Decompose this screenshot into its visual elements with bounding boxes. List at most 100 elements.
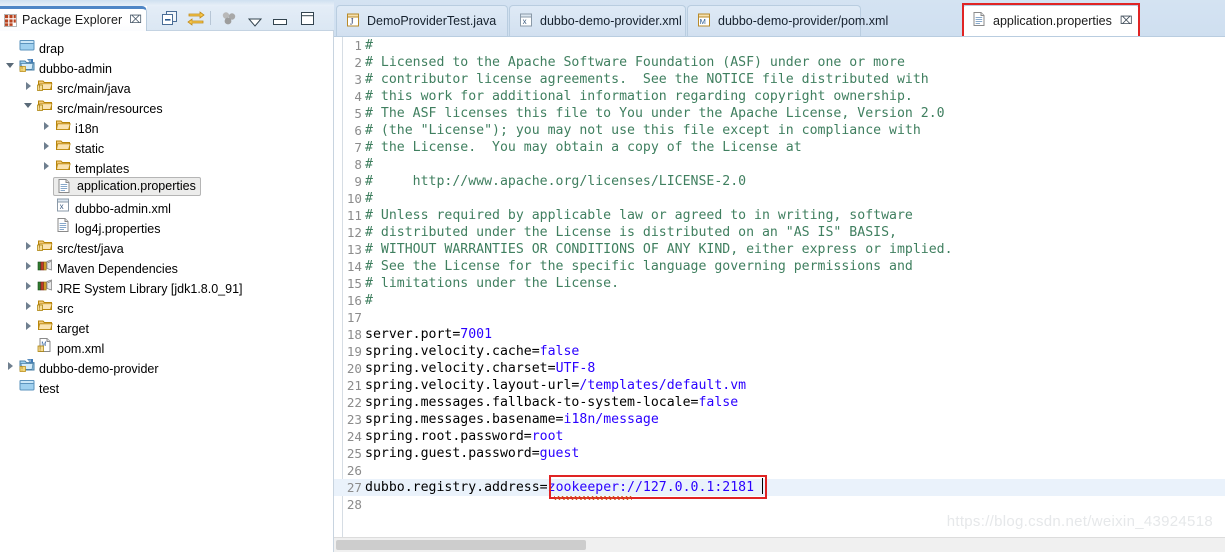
tree-item-i18n[interactable]: i18n [0, 116, 333, 136]
line-text: # Licensed to the Apache Software Founda… [365, 54, 1225, 71]
tree-item-content: ! src/main/java [37, 77, 131, 96]
code-line[interactable]: 23 spring.messages.basename=i18n/message [334, 411, 1225, 428]
code-line[interactable]: 13 # WITHOUT WARRANTIES OR CONDITIONS OF … [334, 241, 1225, 258]
chevron-right-icon[interactable] [24, 241, 35, 252]
tree-item-target[interactable]: target [0, 316, 333, 336]
chevron-right-icon[interactable] [42, 161, 53, 172]
code-line[interactable]: 2 # Licensed to the Apache Software Found… [334, 54, 1225, 71]
code-line[interactable]: 5 # The ASF licenses this file to You und… [334, 105, 1225, 122]
tree-item-log4j-properties[interactable]: log4j.properties [0, 216, 333, 236]
tree-item-label: static [75, 141, 105, 156]
code-line[interactable]: 1 # [334, 37, 1225, 54]
code-line[interactable]: 14 # See the License for the specific lan… [334, 258, 1225, 275]
tree-item-src[interactable]: ! src [0, 296, 333, 316]
line-text: # The ASF licenses this file to You unde… [365, 105, 1225, 122]
code-line[interactable]: 19 spring.velocity.cache=false [334, 343, 1225, 360]
code-line[interactable]: 4 # this work for additional information … [334, 88, 1225, 105]
tree-item-drap[interactable]: drap [0, 36, 333, 56]
tree-item-src-main-java[interactable]: ! src/main/java [0, 76, 333, 96]
code-line[interactable]: 27 dubbo.registry.address=zookeeper://127… [334, 479, 1225, 496]
code-line[interactable]: 25 spring.guest.password=guest [334, 445, 1225, 462]
code-line[interactable]: 17 [334, 309, 1225, 326]
chevron-down-icon[interactable] [24, 101, 35, 112]
link-with-editor-icon[interactable] [187, 11, 205, 31]
code-line[interactable]: 21 spring.velocity.layout-url=/templates/… [334, 377, 1225, 394]
horizontal-scrollbar[interactable] [334, 537, 1225, 552]
chevron-right-icon[interactable] [24, 261, 35, 272]
code-line[interactable]: 7 # the License. You may obtain a copy of… [334, 139, 1225, 156]
chevron-down-icon[interactable] [6, 61, 17, 72]
code-token: guest [539, 446, 580, 461]
chevron-right-icon[interactable] [42, 141, 53, 152]
collapse-all-icon[interactable] [162, 11, 178, 31]
code-line[interactable]: 24 spring.root.password=root [334, 428, 1225, 445]
chevron-right-icon[interactable] [24, 281, 35, 292]
line-number: 11 [346, 208, 362, 223]
code-line[interactable]: 20 spring.velocity.charset=UTF-8 [334, 360, 1225, 377]
tab-package-explorer[interactable]: Package Explorer ⌧ [0, 6, 147, 31]
code-line[interactable]: 28 [334, 496, 1225, 513]
chevron-right-icon[interactable] [42, 121, 53, 132]
tree-item-test[interactable]: test [0, 376, 333, 396]
text-editor[interactable]: 1 #2 # Licensed to the Apache Software Fou… [334, 36, 1225, 552]
tree-item-dubbo-demo-provider[interactable]: M! dubbo-demo-provider [0, 356, 333, 376]
chevron-right-icon[interactable] [6, 361, 17, 372]
close-icon[interactable]: ⌧ [1120, 14, 1133, 27]
code-line[interactable]: 8 # [334, 156, 1225, 173]
code-line[interactable]: 3 # contributor license agreements. See t… [334, 71, 1225, 88]
source-folder-icon: ! [37, 100, 53, 116]
code-content[interactable]: 1 #2 # Licensed to the Apache Software Fou… [334, 37, 1225, 552]
code-token: # [365, 191, 373, 206]
code-line[interactable]: 10 # [334, 190, 1225, 207]
tree-item-templates[interactable]: templates [0, 156, 333, 176]
tree-item-pom-xml[interactable]: M! pom.xml [0, 336, 333, 356]
code-line[interactable]: 18 server.port=7001 [334, 326, 1225, 343]
editor-tab-dubbo-demo-provider-pom-xml[interactable]: Mdubbo-demo-provider/pom.xml [687, 5, 888, 36]
line-number: 2 [354, 55, 362, 70]
tree-item-dubbo-admin-xml[interactable]: x dubbo-admin.xml [0, 196, 333, 216]
tree-item-application-properties[interactable]: application.properties [0, 176, 333, 196]
line-number: 21 [346, 378, 362, 393]
tree-item-content: target [37, 317, 89, 336]
line-text: # See the License for the specific langu… [365, 258, 1225, 275]
code-line[interactable]: 15 # limitations under the License. [334, 275, 1225, 292]
view-filter-icon[interactable] [220, 11, 238, 31]
editor-tab-demoprovidertest-java[interactable]: J DemoProviderTest.java [336, 5, 508, 36]
code-line[interactable]: 26 [334, 462, 1225, 479]
minimize-icon[interactable] [272, 14, 288, 32]
code-line[interactable]: 11 # Unless required by applicable law or… [334, 207, 1225, 224]
tree-item-src-test-java[interactable]: ! src/test/java [0, 236, 333, 256]
chevron-right-icon[interactable] [24, 321, 35, 332]
tree-item-src-main-resources[interactable]: ! src/main/resources [0, 96, 333, 116]
maximize-icon[interactable] [300, 11, 315, 31]
chevron-right-icon[interactable] [24, 301, 35, 312]
code-line[interactable]: 6 # (the "License"); you may not use this… [334, 122, 1225, 139]
horizontal-scrollbar-thumb[interactable] [336, 540, 586, 550]
close-icon[interactable]: ⌧ [129, 14, 142, 26]
tree-item-static[interactable]: static [0, 136, 333, 156]
code-token: spring.guest.password= [365, 446, 540, 461]
svg-text:M: M [27, 58, 30, 63]
code-token: # the License. You may obtain a copy of … [365, 140, 802, 155]
line-number: 5 [354, 106, 362, 121]
code-line[interactable]: 16 # [334, 292, 1225, 309]
tree-item-maven-dependencies[interactable]: Maven Dependencies [0, 256, 333, 276]
line-text: spring.messages.fallback-to-system-local… [365, 394, 1225, 411]
editor-tab-dubbo-demo-provider-xml[interactable]: x dubbo-demo-provider.xml [509, 5, 686, 36]
code-token: false [698, 395, 739, 410]
code-line[interactable]: 22 spring.messages.fallback-to-system-loc… [334, 394, 1225, 411]
chevron-right-icon[interactable] [24, 81, 35, 92]
editor-tab-label: application.properties [993, 13, 1112, 28]
package-explorer-tree-container[interactable]: drap M! dubbo-admin! src/main/java! src/main… [0, 31, 334, 552]
line-number: 4 [354, 89, 362, 104]
svg-text:M: M [27, 358, 30, 363]
source-folder-icon: ! [37, 300, 53, 316]
code-line[interactable]: 9 # http://www.apache.org/licenses/LICENS… [334, 173, 1225, 190]
tree-item-dubbo-admin[interactable]: M! dubbo-admin [0, 56, 333, 76]
code-token: spring.messages.basename= [365, 412, 564, 427]
code-line[interactable]: 12 # distributed under the License is dis… [334, 224, 1225, 241]
view-menu-chevron-icon[interactable] [247, 14, 263, 32]
tree-item-jre-system-library[interactable]: JRE System Library [jdk1.8.0_91] [0, 276, 333, 296]
editor-tab-application-properties[interactable]: application.properties ⌧ [962, 5, 1140, 36]
